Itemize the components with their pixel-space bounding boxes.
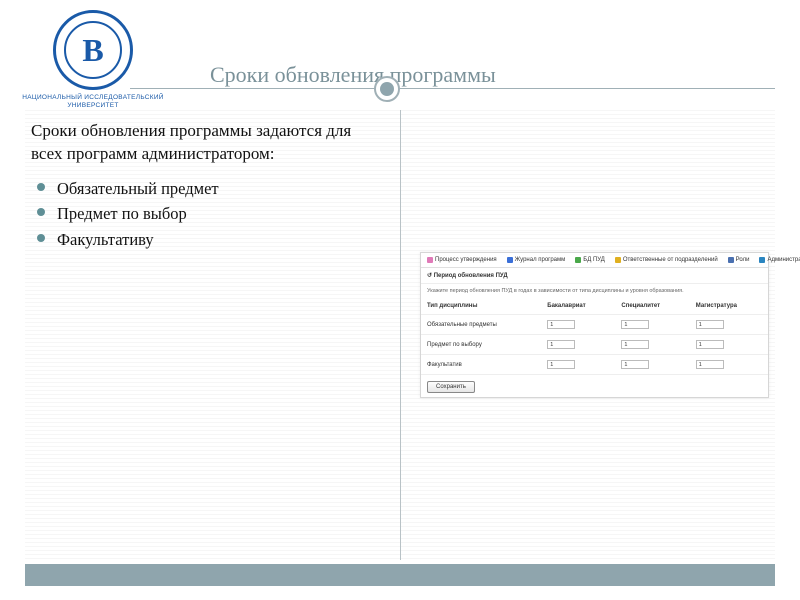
col-header: Тип дисциплины <box>421 298 541 315</box>
screenshot-table: Тип дисциплины Бакалавриат Специалитет М… <box>421 298 768 375</box>
title-divider <box>130 88 775 89</box>
slide: В НАЦИОНАЛЬНЫЙ ИССЛЕДОВАТЕЛЬСКИЙ УНИВЕРС… <box>0 0 800 600</box>
period-input[interactable]: 1 <box>547 320 575 329</box>
tab-label: Процесс утверждения <box>435 257 497 263</box>
period-input[interactable]: 1 <box>621 340 649 349</box>
row-label: Обязательные предметы <box>421 315 541 335</box>
screenshot-subtab[interactable]: ↺ Период обновления ПУД <box>421 268 768 284</box>
title-ornament-icon <box>374 76 400 102</box>
tab-icon <box>728 257 734 263</box>
col-header: Специалитет <box>615 298 689 315</box>
screenshot-hint: Укажите период обновления ПУД в годах в … <box>421 284 768 298</box>
tab-icon <box>759 257 765 263</box>
tab-icon <box>575 257 581 263</box>
tab-label: Ответственные от подразделений <box>623 257 718 263</box>
tab-item[interactable]: Роли <box>728 257 750 263</box>
period-input[interactable]: 1 <box>621 320 649 329</box>
list-item: Предмет по выбор <box>37 201 384 227</box>
row-label: Предмет по выбору <box>421 335 541 355</box>
tab-item[interactable]: БД ПУД <box>575 257 605 263</box>
tab-icon <box>427 257 433 263</box>
body: Сроки обновления программы задаются для … <box>25 110 775 560</box>
row-label: Факультатив <box>421 355 541 375</box>
embedded-screenshot: Процесс утверждения Журнал программ БД П… <box>420 252 769 398</box>
period-input[interactable]: 1 <box>547 340 575 349</box>
list-item: Обязательный предмет <box>37 176 384 202</box>
logo-area: В НАЦИОНАЛЬНЫЙ ИССЛЕДОВАТЕЛЬСКИЙ УНИВЕРС… <box>18 10 168 110</box>
tab-item[interactable]: Ответственные от подразделений <box>615 257 718 263</box>
bulleted-list: Обязательный предмет Предмет по выбор Фа… <box>31 176 384 253</box>
table-row: Факультатив 1 1 1 <box>421 355 768 375</box>
tab-item[interactable]: Журнал программ <box>507 257 566 263</box>
col-header: Магистратура <box>690 298 768 315</box>
screenshot-tabs: Процесс утверждения Журнал программ БД П… <box>421 253 768 268</box>
logo-letter: В <box>82 32 103 69</box>
right-column: Процесс утверждения Журнал программ БД П… <box>400 110 775 560</box>
period-input[interactable]: 1 <box>696 340 724 349</box>
table-row: Обязательные предметы 1 1 1 <box>421 315 768 335</box>
footer-bar <box>25 564 775 586</box>
logo-subtitle: НАЦИОНАЛЬНЫЙ ИССЛЕДОВАТЕЛЬСКИЙ УНИВЕРСИТ… <box>18 94 168 110</box>
tab-label: Журнал программ <box>515 257 566 263</box>
list-item: Факультативу <box>37 227 384 253</box>
refresh-icon: ↺ <box>427 273 432 279</box>
tab-icon <box>615 257 621 263</box>
period-input[interactable]: 1 <box>696 320 724 329</box>
tab-label: Администраторы <box>767 257 800 263</box>
left-column: Сроки обновления программы задаются для … <box>25 110 400 560</box>
col-header: Бакалавриат <box>541 298 615 315</box>
period-input[interactable]: 1 <box>621 360 649 369</box>
intro-text: Сроки обновления программы задаются для … <box>31 120 384 166</box>
logo-inner-circle: В <box>64 21 122 79</box>
tab-label: Роли <box>736 257 750 263</box>
slide-title: Сроки обновления программы <box>210 62 775 88</box>
tab-item[interactable]: Процесс утверждения <box>427 257 497 263</box>
save-button[interactable]: Сохранить <box>427 381 475 393</box>
table-header-row: Тип дисциплины Бакалавриат Специалитет М… <box>421 298 768 315</box>
title-area: Сроки обновления программы <box>210 62 775 88</box>
tab-icon <box>507 257 513 263</box>
period-input[interactable]: 1 <box>547 360 575 369</box>
table-row: Предмет по выбору 1 1 1 <box>421 335 768 355</box>
period-input[interactable]: 1 <box>696 360 724 369</box>
hse-logo-icon: В <box>53 10 133 90</box>
tab-item[interactable]: Администраторы <box>759 257 800 263</box>
tab-label: БД ПУД <box>583 257 605 263</box>
subtab-label: Период обновления ПУД <box>434 273 508 279</box>
